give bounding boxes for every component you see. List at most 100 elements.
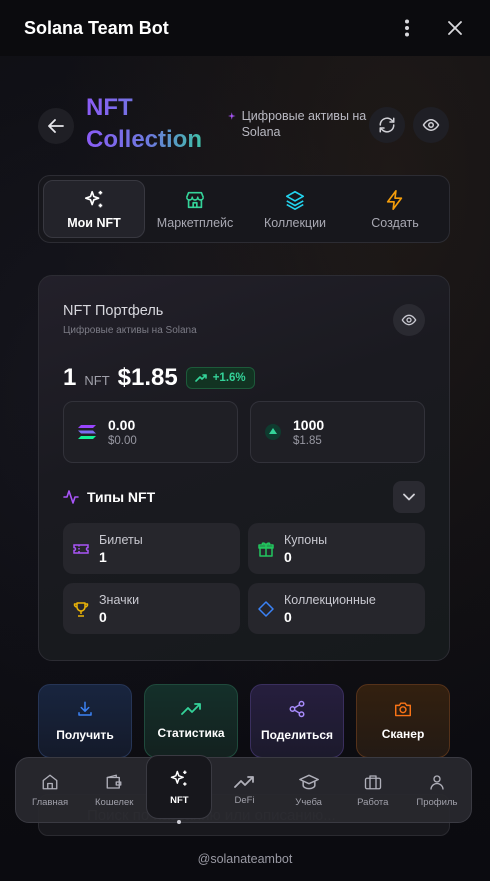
nav-label: Учеба bbox=[295, 796, 322, 808]
page-header: NFT Collection Цифровые активы на Solana bbox=[38, 90, 450, 162]
tab-my-nft[interactable]: Мои NFT bbox=[43, 180, 145, 238]
share-button[interactable]: Поделиться bbox=[250, 684, 344, 758]
refresh-icon bbox=[379, 117, 395, 133]
type-count: 1 bbox=[99, 548, 107, 565]
refresh-button[interactable] bbox=[369, 107, 405, 143]
nav-nft[interactable]: NFT bbox=[146, 755, 213, 824]
subtitle-text: Цифровые активы на Solana bbox=[241, 109, 367, 139]
type-card-tickets[interactable]: Билеты 1 bbox=[63, 523, 240, 574]
scanner-button[interactable]: Сканер bbox=[356, 684, 450, 758]
nav-wallet[interactable]: Кошелек bbox=[82, 760, 146, 820]
type-count: 0 bbox=[99, 608, 107, 625]
trending-up-icon bbox=[194, 374, 207, 382]
home-icon bbox=[42, 774, 58, 789]
receive-button[interactable]: Получить bbox=[38, 684, 132, 758]
action-label: Получить bbox=[56, 728, 114, 742]
nft-unit: NFT bbox=[84, 373, 110, 388]
tab-label: Создать bbox=[371, 215, 419, 230]
bot-handle: @solanateambot bbox=[197, 852, 293, 866]
nav-label: Работа bbox=[357, 796, 389, 808]
type-count: 0 bbox=[284, 548, 292, 565]
balance-usd: $0.00 bbox=[108, 435, 137, 447]
nav-defi[interactable]: DeFi bbox=[212, 760, 276, 820]
statistics-button[interactable]: Статистика bbox=[144, 684, 238, 758]
trending-up-icon bbox=[181, 703, 201, 715]
action-label: Поделиться bbox=[260, 728, 334, 742]
sparkle-icon bbox=[228, 112, 236, 120]
nav-label: Профиль bbox=[416, 796, 458, 808]
sparkles-icon bbox=[171, 770, 187, 786]
chevron-down-icon bbox=[403, 493, 415, 501]
token-icon bbox=[265, 424, 281, 440]
visibility-button[interactable] bbox=[413, 107, 449, 143]
trophy-icon bbox=[73, 601, 89, 617]
nav-label: DeFi bbox=[234, 794, 255, 806]
lightning-icon bbox=[386, 189, 403, 210]
nft-types-header: Типы NFT bbox=[63, 481, 425, 513]
page-title: NFT Collection bbox=[86, 92, 216, 156]
type-name: Значки bbox=[99, 592, 140, 607]
sparkles-icon bbox=[84, 190, 103, 207]
tab-create[interactable]: Создать bbox=[345, 180, 445, 238]
portfolio-subtitle: Цифровые активы на Solana bbox=[63, 325, 197, 336]
activity-icon bbox=[63, 490, 79, 504]
camera-icon bbox=[394, 702, 411, 717]
more-menu-icon[interactable] bbox=[396, 17, 418, 39]
nav-learning[interactable]: Учеба bbox=[277, 760, 341, 820]
type-name: Купоны bbox=[284, 532, 328, 547]
nav-home[interactable]: Главная bbox=[18, 760, 82, 820]
type-name: Билеты bbox=[99, 532, 143, 547]
action-label: Статистика bbox=[157, 726, 225, 740]
tab-label: Маркетплейс bbox=[156, 215, 234, 230]
token-balance-card[interactable]: 1000 $1.85 bbox=[250, 401, 425, 463]
expand-types-button[interactable] bbox=[393, 481, 425, 513]
type-count: 0 bbox=[284, 608, 292, 625]
nav-label: NFT bbox=[170, 794, 189, 806]
arrow-left-icon bbox=[48, 119, 64, 133]
download-icon bbox=[78, 701, 92, 716]
type-card-collectibles[interactable]: Коллекционные 0 bbox=[248, 583, 425, 634]
briefcase-icon bbox=[364, 774, 381, 789]
close-icon[interactable] bbox=[444, 17, 466, 39]
header-subtitle: Цифровые активы на Solana bbox=[228, 108, 368, 140]
trending-up-icon bbox=[234, 775, 255, 788]
window-title: Solana Team Bot bbox=[24, 17, 169, 38]
portfolio-usd-value: $1.85 bbox=[117, 364, 178, 391]
type-card-badges[interactable]: Значки 0 bbox=[63, 583, 240, 634]
tab-marketplace[interactable]: Маркетплейс bbox=[145, 180, 245, 238]
gift-icon bbox=[258, 541, 274, 557]
nft-tabs: Мои NFT Маркетплейс Коллекции Создать bbox=[38, 175, 450, 243]
type-card-coupons[interactable]: Купоны 0 bbox=[248, 523, 425, 574]
nav-profile[interactable]: Профиль bbox=[405, 760, 469, 820]
action-label: Сканер bbox=[381, 727, 425, 741]
nav-label: Кошелек bbox=[95, 796, 134, 808]
change-badge: +1.6% bbox=[185, 367, 255, 389]
eye-icon bbox=[401, 314, 417, 326]
title-bar: Solana Team Bot bbox=[0, 0, 490, 56]
eye-icon bbox=[422, 119, 440, 131]
nav-label: Главная bbox=[31, 796, 69, 808]
portfolio-visibility-button[interactable] bbox=[393, 304, 425, 336]
tab-label: Коллекции bbox=[263, 215, 327, 230]
graduation-cap-icon bbox=[298, 774, 319, 789]
tab-label: Мои NFT bbox=[67, 215, 121, 230]
sol-balance-card[interactable]: 0.00 $0.00 bbox=[63, 401, 238, 463]
back-button[interactable] bbox=[38, 108, 74, 144]
store-icon bbox=[185, 191, 205, 208]
change-value: +1.6% bbox=[212, 372, 246, 384]
layers-icon bbox=[285, 190, 305, 210]
nft-portfolio-card: NFT Портфель Цифровые активы на Solana 1… bbox=[38, 275, 450, 661]
wallet-icon bbox=[106, 774, 122, 789]
user-icon bbox=[430, 774, 444, 790]
tab-collections[interactable]: Коллекции bbox=[245, 180, 345, 238]
ticket-icon bbox=[73, 543, 89, 554]
balance-value: 1000 bbox=[293, 417, 325, 433]
solana-icon bbox=[78, 425, 96, 439]
portfolio-value: 1 NFT $1.85 +1.6% bbox=[63, 364, 255, 392]
type-name: Коллекционные bbox=[284, 592, 376, 607]
nav-work[interactable]: Работа bbox=[341, 760, 405, 820]
portfolio-title: NFT Портфель bbox=[63, 303, 164, 319]
nft-count: 1 bbox=[63, 364, 77, 391]
balance-value: 0.00 bbox=[108, 417, 136, 433]
bottom-navigation: Главная Кошелек NFT DeFi Учеба Работа Пр… bbox=[15, 755, 472, 824]
